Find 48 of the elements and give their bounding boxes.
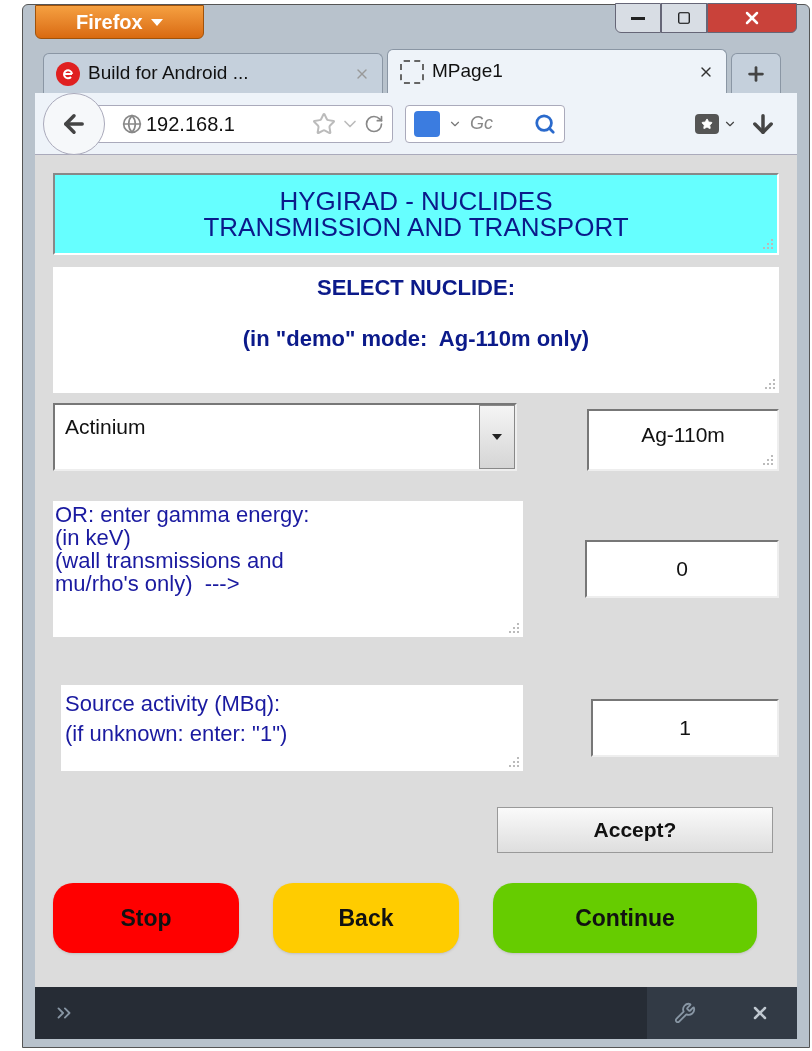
energy-label: (in keV): [55, 526, 132, 549]
nav-button[interactable]: Back: [273, 883, 459, 953]
reload-icon[interactable]: [364, 113, 384, 134]
bookmark-star-icon[interactable]: [312, 111, 336, 136]
browser-tab[interactable]: Build for Android ...: [43, 53, 383, 93]
nav-button[interactable]: Stop: [53, 883, 239, 953]
search-bar[interactable]: Gc: [405, 104, 565, 143]
browser-tab[interactable]: MPage1: [387, 49, 727, 93]
energy-label: (wall transmissions and: [55, 549, 285, 572]
energy-field[interactable]: 0: [585, 540, 779, 598]
maximize-icon: [677, 11, 691, 25]
resize-grip-icon[interactable]: [509, 623, 519, 633]
instructions-title: SELECT NUCLIDE:: [317, 274, 515, 302]
maximize-button[interactable]: [661, 3, 707, 33]
resize-grip-icon[interactable]: [763, 455, 773, 465]
dropdown-value: Actinium: [64, 414, 147, 440]
minimize-button[interactable]: [615, 3, 661, 33]
resize-grip-icon[interactable]: [763, 239, 773, 249]
bookmarks-icon: [695, 113, 719, 134]
tab-title: Build for Android ...: [88, 61, 250, 86]
accept-button[interactable]: Accept?: [497, 807, 773, 853]
site-logo-icon: [56, 61, 80, 86]
resize-grip-icon[interactable]: [765, 379, 775, 389]
activity-label: Source activity (MBq):: [65, 690, 282, 718]
activity-label: (if unknown: enter: "1"): [65, 720, 289, 748]
search-engine-icon[interactable]: [414, 110, 440, 137]
activity-field[interactable]: 1: [591, 699, 779, 757]
nuclide-dropdown[interactable]: Actinium: [53, 403, 517, 471]
new-tab-button[interactable]: [731, 53, 781, 93]
resize-grip-icon[interactable]: [509, 757, 519, 767]
minimize-icon: [631, 16, 645, 20]
close-button[interactable]: [707, 3, 797, 33]
nuclide-field[interactable]: Ag-110m: [587, 409, 779, 471]
search-icon[interactable]: [534, 112, 556, 135]
header-title: HYGIRAD - NUCLIDES: [279, 188, 553, 214]
address-text: 192.168.1: [146, 111, 236, 137]
bookmarks-menu-button[interactable]: [695, 113, 737, 134]
nav-button[interactable]: Continue: [493, 883, 757, 953]
blank-page-icon: [400, 59, 424, 84]
tab-title: MPage1: [432, 59, 504, 84]
wrench-icon[interactable]: [674, 1002, 696, 1024]
globe-icon: [122, 113, 142, 134]
energy-label: OR: enter gamma energy:: [55, 503, 311, 526]
energy-label: mu/rho's only) --->: [55, 572, 241, 595]
instructions-note: (in "demo" mode: Ag-110m only): [242, 325, 590, 353]
search-placeholder: Gc: [470, 112, 494, 135]
header-title: TRANSMISSION AND TRANSPORT: [203, 214, 629, 240]
caret-icon: [150, 18, 163, 26]
